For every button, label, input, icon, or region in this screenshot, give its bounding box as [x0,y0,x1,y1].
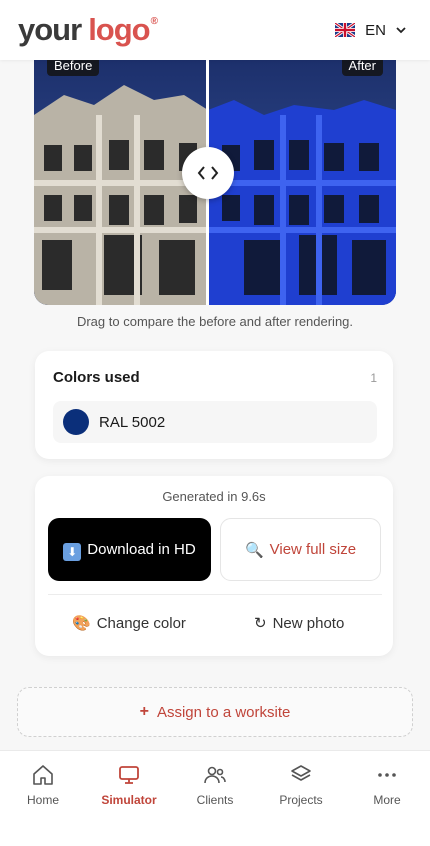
nav-label-clients: Clients [196,793,234,807]
compare-handle[interactable] [182,147,234,199]
assign-worksite-button[interactable]: + Assign to a worksite [17,687,413,737]
nav-label-simulator: Simulator [101,793,157,807]
nav-label-projects: Projects [279,793,323,807]
drag-arrows-icon [197,166,219,180]
download-arrow-icon: ⬇ [63,542,82,561]
users-icon [204,766,226,784]
colors-count: 1 [370,371,377,385]
generation-time: Generated in 9.6s [162,489,266,504]
language-code: EN [365,21,386,39]
logo-word: logo [88,12,150,47]
change-color-button[interactable]: 🎨 Change color [72,608,186,638]
before-after-compare[interactable]: Before After [34,55,396,305]
result-card: Generated in 9.6s ⬇ Download in HD 🔍 View… [35,476,393,656]
language-selector[interactable]: EN [335,22,412,39]
divider [48,594,382,595]
nav-label-home: Home [26,793,59,807]
logo-registered-mark: ® [150,16,158,27]
layers-icon [291,765,311,781]
brand-logo[interactable]: your logo ® [18,12,158,48]
monitor-icon [119,766,139,784]
nav-item-clients[interactable]: Clients [172,751,258,846]
app-header: your logo ® EN [0,0,430,60]
uk-flag-icon [335,23,356,37]
new-photo-button[interactable]: ↻ New photo [254,608,344,638]
compare-hint: Drag to compare the before and after ren… [76,314,354,329]
new-photo-label: New photo [272,614,345,632]
download-hd-button[interactable]: ⬇ Download in HD [48,518,211,581]
nav-item-home[interactable]: Home [0,751,86,846]
color-name: RAL 5002 [99,413,166,431]
palette-icon: 🎨 [72,615,91,632]
nav-item-projects[interactable]: Projects [258,751,344,846]
plus-icon: + [139,703,149,720]
color-item[interactable]: RAL 5002 [53,401,377,443]
download-label: Download in HD [87,540,196,558]
nav-label-more: More [373,793,401,807]
view-label: View full size [269,541,357,558]
colors-title: Colors used [53,369,140,386]
magnifier-icon: 🔍 [244,541,264,559]
nav-item-more[interactable]: More [344,751,430,846]
bottom-nav: Home Simulator Clients Projects More [0,750,430,846]
more-dots-icon [378,773,396,777]
view-full-size-button[interactable]: 🔍 View full size [220,518,381,581]
refresh-icon: ↻ [254,615,267,632]
change-color-label: Change color [96,614,186,632]
home-icon [33,765,53,785]
chevron-down-icon [396,27,406,34]
logo-your: your [18,12,82,47]
color-swatch [63,409,89,435]
colors-used-card: Colors used 1 RAL 5002 [35,351,393,459]
nav-item-simulator[interactable]: Simulator [86,751,172,846]
assign-label: Assign to a worksite [156,703,291,721]
